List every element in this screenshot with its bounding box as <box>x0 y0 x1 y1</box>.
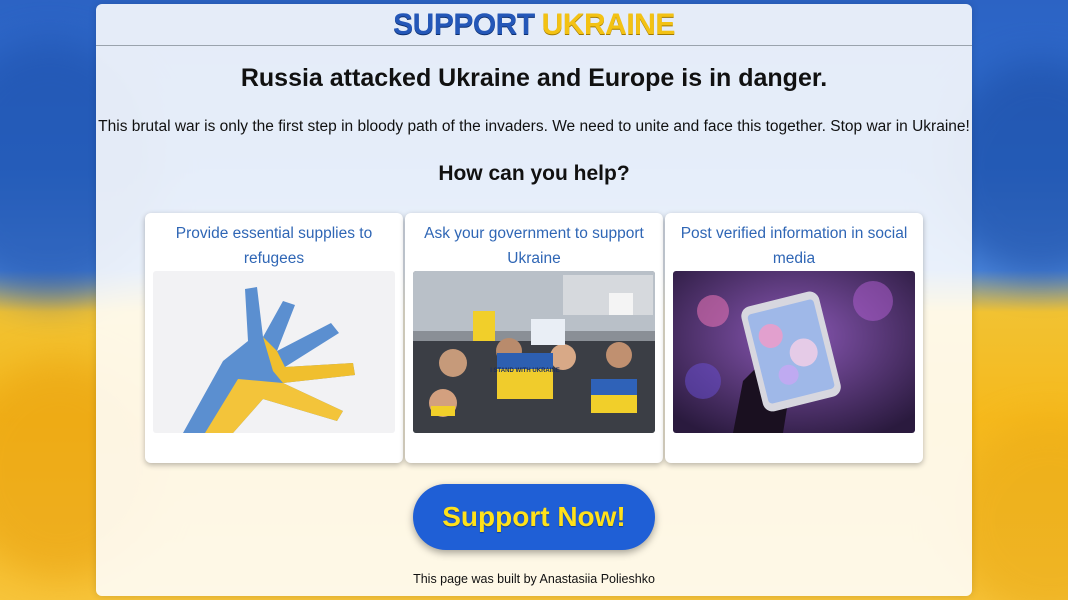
logo-ukraine: UKRAINE <box>541 7 676 41</box>
protest-sign-text: I STAND WITH UKRAINE <box>490 368 560 374</box>
card-social-media[interactable]: Post verified information in social medi… <box>665 213 923 463</box>
smartphone-image <box>673 271 915 433</box>
card-title[interactable]: Ask your government to support Ukraine <box>405 213 663 271</box>
help-heading: How can you help? <box>438 162 630 185</box>
protest-crowd-image: I STAND WITH UKRAINE <box>413 271 655 433</box>
hand-painted-flag-image <box>153 271 395 433</box>
content-panel: SUPPORT UKRAINE Russia attacked Ukraine … <box>96 4 972 596</box>
card-government[interactable]: Ask your government to support Ukraine I… <box>405 213 663 463</box>
intro-text: This brutal war is only the first step i… <box>98 118 970 135</box>
page-headline: Russia attacked Ukraine and Europe is in… <box>240 64 828 92</box>
card-supplies[interactable]: Provide essential supplies to refugees <box>145 213 403 463</box>
help-cards: Provide essential supplies to refugees A… <box>145 213 923 463</box>
logo-support: SUPPORT <box>393 7 535 41</box>
footer-credit: This page was built by Anastasiia Polies… <box>413 572 655 586</box>
site-header: SUPPORT UKRAINE <box>96 4 972 46</box>
card-title[interactable]: Post verified information in social medi… <box>665 213 923 271</box>
card-title[interactable]: Provide essential supplies to refugees <box>145 213 403 271</box>
support-now-button[interactable]: Support Now! <box>413 484 655 550</box>
